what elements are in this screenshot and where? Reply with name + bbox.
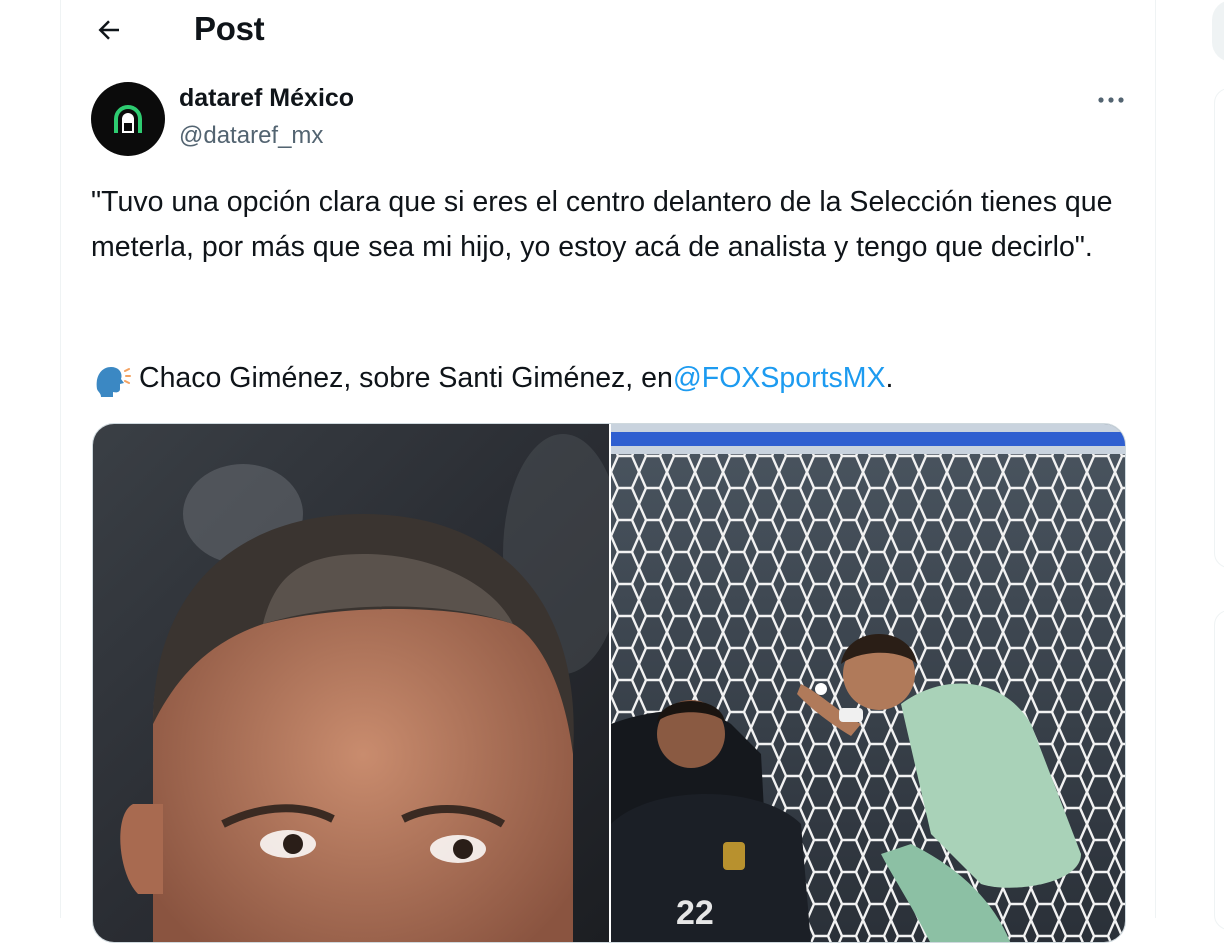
page-title: Post	[194, 10, 265, 47]
more-options-button[interactable]	[1091, 82, 1131, 118]
speaking-head-icon	[96, 366, 131, 397]
photo-portrait-analyst	[93, 424, 623, 942]
media-photo-left[interactable]	[93, 424, 623, 942]
post-column: Post dataref México @dataref_mx "Tuvo un…	[60, 0, 1156, 943]
post-attribution: Chaco Giménez, sobre Santi Giménez, en @…	[91, 356, 893, 401]
attribution-suffix: .	[885, 362, 894, 394]
post-text: "Tuvo una opción clara que si eres el ce…	[91, 180, 1121, 270]
attribution-text: Chaco Giménez, sobre Santi Giménez, en	[139, 362, 673, 394]
media-photo-right[interactable]: 22	[611, 424, 1125, 942]
author-handle[interactable]: @dataref_mx	[179, 122, 323, 150]
back-button[interactable]	[89, 8, 129, 52]
avatar[interactable]	[91, 82, 165, 156]
post-media: 22	[92, 423, 1126, 943]
post-quote: "Tuvo una opción clara que si eres el ce…	[91, 186, 1113, 263]
sidebar-panel-edge-lower	[1214, 610, 1224, 930]
arrow-left-icon	[98, 20, 119, 40]
goalkeeper-number: 22	[676, 894, 714, 932]
photo-match-action: 22	[611, 424, 1125, 942]
search-bar-edge[interactable]	[1212, 0, 1224, 62]
dataref-logo-icon	[114, 105, 142, 133]
sidebar-panel-edge	[1214, 88, 1224, 568]
more-horizontal-icon	[1098, 97, 1124, 103]
mention-link[interactable]: @FOXSportsMX	[673, 356, 886, 401]
post-header: Post	[61, 0, 1155, 62]
author-name[interactable]: dataref México	[179, 84, 354, 113]
